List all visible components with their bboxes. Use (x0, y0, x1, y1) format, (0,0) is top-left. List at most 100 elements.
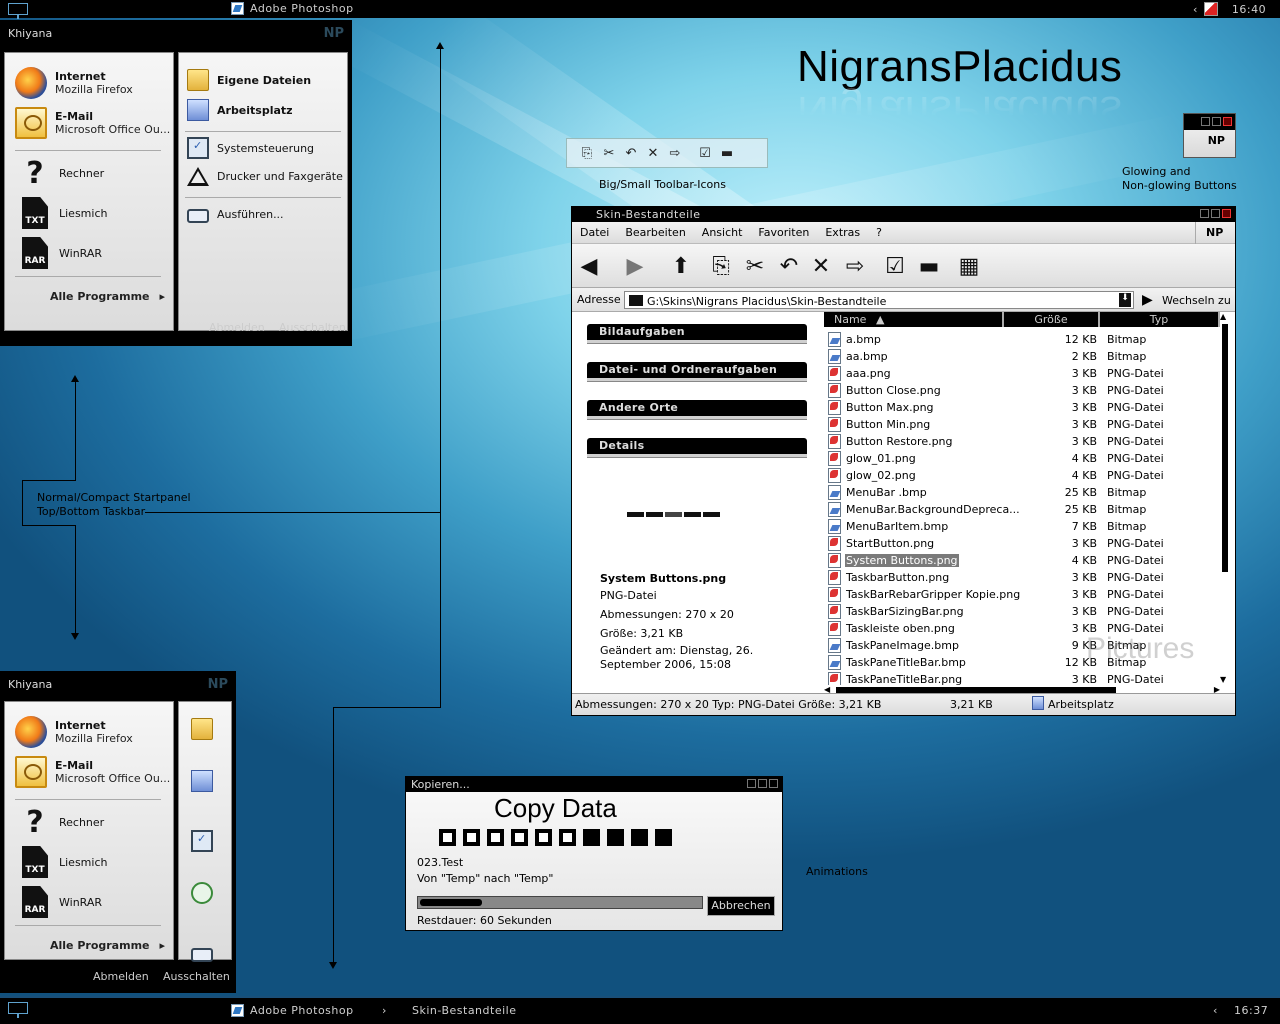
recent-rechner[interactable]: ? Rechner (19, 805, 104, 840)
close-icon[interactable] (1223, 117, 1232, 126)
start-button[interactable] (8, 3, 28, 19)
logoff-button[interactable]: Abmelden (209, 321, 265, 334)
scroll-down-icon[interactable]: ▼ (1220, 675, 1226, 684)
scroll-up-icon[interactable]: ▲ (1220, 312, 1226, 321)
recent-winrar[interactable]: RAR WinRAR (19, 237, 102, 269)
file-row[interactable]: TaskBarSizingBar.png 3 KB PNG-Datei (828, 603, 1218, 620)
maximize-icon[interactable] (1211, 209, 1220, 218)
place-arbeitsplatz[interactable]: Arbeitsplatz (187, 99, 293, 121)
column-size[interactable]: Größe (1004, 312, 1100, 327)
cancel-button[interactable]: Abbrechen (708, 897, 774, 915)
shutdown-button[interactable]: Ausschalten (279, 321, 346, 334)
task-pane-bildaufgaben[interactable]: Bildaufgaben (587, 324, 807, 340)
vertical-scrollbar[interactable]: ▼ ▲ (1220, 312, 1230, 684)
pinned-email[interactable]: E-Mail Microsoft Office Ou... (15, 756, 170, 788)
close-icon[interactable] (769, 779, 778, 788)
up-icon[interactable]: ⬆ (668, 253, 694, 279)
file-row[interactable]: MenuBarItem.bmp 7 KB Bitmap (828, 518, 1218, 535)
menu-extras[interactable]: Extras (825, 226, 860, 239)
folder-icon[interactable] (191, 718, 213, 740)
file-row[interactable]: System Buttons.png 4 KB PNG-Datei (828, 552, 1218, 569)
taskbar-button-explorer[interactable]: Skin-Bestandteile (412, 1004, 516, 1017)
start-button[interactable] (8, 1002, 28, 1018)
menu-favoriten[interactable]: Favoriten (758, 226, 809, 239)
recent-liesmich[interactable]: TXT Liesmich (19, 846, 107, 878)
go-button[interactable]: Wechseln zu (1162, 294, 1231, 307)
check-folder-icon[interactable]: ☑ (882, 253, 908, 279)
minimize-icon[interactable] (1200, 209, 1209, 218)
clock[interactable]: 16:37 (1234, 1004, 1268, 1017)
close-icon[interactable] (1222, 209, 1231, 218)
go-arrow-icon[interactable]: ▶ (1142, 292, 1153, 308)
computer-icon[interactable] (191, 770, 213, 792)
recent-winrar[interactable]: RAR WinRAR (19, 886, 102, 918)
move-icon[interactable]: ⇨ (667, 145, 683, 161)
all-programs-button[interactable]: Alle Programme ▸ (50, 290, 165, 303)
file-row[interactable]: TaskBarRebarGripper Kopie.png 3 KB PNG-Dat… (828, 586, 1218, 603)
back-icon[interactable]: ◀ (576, 253, 602, 279)
place-drucker[interactable]: Drucker und Faxgeräte (187, 167, 343, 186)
maximize-icon[interactable] (1212, 117, 1221, 126)
pinned-email[interactable]: E-Mail Microsoft Office Ou... (15, 107, 170, 139)
shutdown-button[interactable]: Ausschalten (163, 970, 230, 983)
file-row[interactable]: Button Min.png 3 KB PNG-Datei (828, 416, 1218, 433)
tray-app-icon[interactable] (1203, 2, 1218, 16)
minimize-icon[interactable] (1201, 117, 1210, 126)
recent-liesmich[interactable]: TXT Liesmich (19, 197, 107, 229)
menu-bearbeiten[interactable]: Bearbeiten (625, 226, 685, 239)
taskbar-button-photoshop[interactable]: Adobe Photoshop (231, 2, 354, 15)
recent-rechner[interactable]: ? Rechner (19, 156, 104, 191)
folder-icon[interactable]: ▬ (916, 253, 942, 279)
check-folder-icon[interactable]: ☑ (697, 145, 713, 161)
task-pane-details[interactable]: Details (587, 438, 807, 454)
recycle-icon[interactable] (191, 882, 213, 904)
undo-icon[interactable]: ↶ (776, 253, 802, 279)
copy-icon[interactable]: ⎘ (708, 253, 734, 279)
file-row[interactable]: Button Restore.png 3 KB PNG-Datei (828, 433, 1218, 450)
scrollbar-thumb[interactable] (1222, 324, 1228, 572)
maximize-icon[interactable] (758, 779, 767, 788)
file-row[interactable]: glow_01.png 4 KB PNG-Datei (828, 450, 1218, 467)
copy-icon[interactable]: ⎘ (579, 145, 595, 161)
cut-icon[interactable]: ✂ (742, 253, 768, 279)
delete-icon[interactable]: ✕ (645, 145, 661, 161)
dialog-title-bar[interactable]: Kopieren... (406, 777, 782, 792)
pinned-internet[interactable]: Internet Mozilla Firefox (15, 67, 133, 99)
all-programs-button[interactable]: Alle Programme ▸ (50, 939, 165, 952)
file-row[interactable]: MenuBar.BackgroundDepreca... 25 KB Bitmap (828, 501, 1218, 518)
window-title-bar[interactable]: Skin-Bestandteile (572, 207, 1235, 222)
tray-expand-icon[interactable]: ‹ (1213, 1004, 1218, 1017)
menu-datei[interactable]: Datei (580, 226, 609, 239)
delete-icon[interactable]: ✕ (808, 253, 834, 279)
file-row[interactable]: aaa.png 3 KB PNG-Datei (828, 365, 1218, 382)
place-systemsteuerung[interactable]: Systemsteuerung (187, 137, 314, 159)
place-eigene-dateien[interactable]: Eigene Dateien (187, 69, 311, 91)
minimize-icon[interactable] (747, 779, 756, 788)
menu-ansicht[interactable]: Ansicht (702, 226, 743, 239)
run-icon[interactable] (191, 948, 213, 962)
forward-icon[interactable]: ▶ (622, 253, 648, 279)
task-pane-andere-orte[interactable]: Andere Orte (587, 400, 807, 416)
file-row[interactable]: TaskbarButton.png 3 KB PNG-Datei (828, 569, 1218, 586)
file-row[interactable]: MenuBar .bmp 25 KB Bitmap (828, 484, 1218, 501)
address-input[interactable]: G:\Skins\Nigrans Placidus\Skin-Bestandte… (624, 291, 1134, 309)
folder-icon[interactable]: ▬ (719, 145, 735, 161)
file-row[interactable]: Button Close.png 3 KB PNG-Datei (828, 382, 1218, 399)
clock[interactable]: 16:40 (1232, 3, 1266, 16)
cut-icon[interactable]: ✂ (601, 145, 617, 161)
file-row[interactable]: Button Max.png 3 KB PNG-Datei (828, 399, 1218, 416)
task-pane-dateiaufgaben[interactable]: Datei- und Ordneraufgaben (587, 362, 807, 378)
menu-help[interactable]: ? (876, 226, 882, 239)
undo-icon[interactable]: ↶ (623, 145, 639, 161)
move-icon[interactable]: ⇨ (842, 253, 868, 279)
pinned-internet[interactable]: Internet Mozilla Firefox (15, 716, 133, 748)
tray-expand-icon[interactable]: ‹ (1193, 3, 1198, 16)
dropdown-icon[interactable]: ⬇ (1119, 293, 1131, 307)
view-icon[interactable]: ▦ (956, 253, 982, 279)
logoff-button[interactable]: Abmelden (93, 970, 149, 983)
file-row[interactable]: glow_02.png 4 KB PNG-Datei (828, 467, 1218, 484)
file-row[interactable]: aa.bmp 2 KB Bitmap (828, 348, 1218, 365)
control-panel-icon[interactable] (191, 830, 213, 852)
column-name[interactable]: Name ▲ (824, 312, 1004, 327)
place-run[interactable]: Ausführen... (187, 205, 284, 223)
